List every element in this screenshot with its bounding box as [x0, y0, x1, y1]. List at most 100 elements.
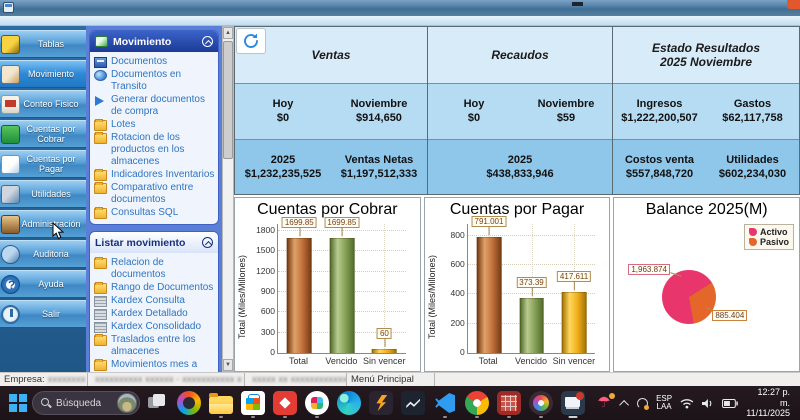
task-view-icon — [145, 391, 169, 415]
metric-label: Noviembre — [350, 98, 408, 111]
tray-chevron-icon[interactable] — [619, 399, 630, 410]
taskbar-chrome-button[interactable] — [462, 387, 492, 419]
bar-vencido — [519, 298, 544, 353]
scroll-up-arrow-icon[interactable]: ▲ — [223, 27, 233, 39]
menu-item-documentos-en-transito[interactable]: Documentos en Transito — [94, 69, 216, 93]
folder-icon — [94, 334, 107, 346]
system-tray: ESP LAA 12:27 p. m. 11/11/2025 — [619, 387, 794, 419]
start-button[interactable] — [6, 387, 30, 419]
taskbar-search[interactable]: Búsqueda — [32, 391, 141, 415]
y-tick: 600 — [260, 306, 275, 317]
plot-area: 0 300 600 900 1200 1500 1800 1699.85 1699.85 60 — [256, 216, 406, 357]
metric-value: $602,234,030 — [718, 167, 787, 180]
sidebar-item-salir[interactable]: Salir — [0, 300, 86, 328]
menu-item-relacion-de-documentos[interactable]: Relacion de documentos — [94, 257, 216, 281]
taskbar-app-s-button[interactable] — [366, 387, 396, 419]
taskbar-chart-app-button[interactable] — [398, 387, 428, 419]
metric-value: $1,232,235,525 — [244, 167, 322, 180]
collapse-chevron-icon[interactable] — [202, 237, 213, 248]
running-app-indicator — [315, 415, 320, 418]
sidebar-item-tablas[interactable]: Tablas — [0, 30, 86, 58]
menu-item-movimientos-mes-a-mes[interactable]: Movimientos mes a mes — [94, 359, 216, 372]
title-line-1: Estado Resultados — [651, 41, 761, 55]
weather-icon — [593, 391, 617, 415]
sidebar-item-administracion[interactable]: Administración — [0, 210, 86, 238]
sidebar-item-utilidades[interactable]: Utilidades — [0, 180, 86, 208]
sidebar-item-conteo-fisico[interactable]: Conteo Fisico — [0, 90, 86, 118]
menu-item-indicadores-inventarios[interactable]: Indicadores Inventarios — [94, 169, 216, 181]
x-axis-labels: Total Vencido Sin vencer — [277, 356, 406, 369]
taskbar-access-app-button[interactable] — [494, 387, 524, 419]
menu-item-rotacion-de-los-productos-en-los-almacenes[interactable]: Rotacion de los productos en los almacen… — [94, 132, 216, 168]
taskbar-file-explorer-button[interactable] — [206, 387, 236, 419]
sidebar-item-cuentas-por-cobrar[interactable]: Cuentas por Cobrar — [0, 120, 86, 148]
menu-item-rango-de-documentos[interactable]: Rango de Documentos — [94, 282, 216, 294]
taskbar-paint-app-button[interactable] — [526, 387, 556, 419]
menu-item-traslados-entre-los-almacenes[interactable]: Traslados entre los almacenes — [94, 334, 216, 358]
status-empresa: Empresa: xxxxxxxx xxxx — [0, 373, 88, 386]
close-button[interactable] — [787, 0, 800, 9]
metric-utilidades: Utilidades $602,234,030 — [706, 153, 799, 181]
taskbar-clock[interactable]: 12:27 p. m. 11/11/2025 — [746, 387, 790, 419]
sidebar-item-ayuda[interactable]: Ayuda — [0, 270, 86, 298]
metric-value: $557,848,720 — [625, 167, 694, 180]
language-indicator[interactable]: ESP LAA — [656, 394, 672, 412]
tray-sync-icon[interactable] — [637, 397, 649, 410]
taskbar-copilot-button[interactable] — [174, 387, 204, 419]
menu-item-documentos[interactable]: Documentos — [94, 56, 216, 68]
folder-icon — [94, 207, 107, 219]
legend-label: Activo — [759, 227, 788, 237]
folder-icon — [94, 119, 107, 131]
toolbar-strip — [0, 16, 800, 26]
menu-item-label: Comparativo entre documentos — [111, 182, 194, 205]
menu-item-kardex-detallado[interactable]: Kardex Detallado — [94, 308, 216, 320]
taskbar-vscode-button[interactable] — [430, 387, 460, 419]
menu-item-label: Kardex Consolidado — [111, 321, 202, 332]
folder-icon — [94, 257, 107, 269]
book-icon — [94, 57, 107, 68]
admin-icon — [1, 215, 20, 234]
menu-item-kardex-consolidado[interactable]: Kardex Consolidado — [94, 321, 216, 333]
taskbar-store-button[interactable] — [238, 387, 268, 419]
nav-scrollbar[interactable]: ▲ ▼ — [222, 26, 234, 372]
y-tick: 0 — [270, 347, 275, 357]
menu-item-kardex-consulta[interactable]: Kardex Consulta — [94, 295, 216, 307]
chrome-icon — [465, 391, 490, 415]
summary-row: Hoy $0 Noviembre $59 — [428, 84, 612, 140]
bar-slots: 1699.85 1699.85 60 — [278, 216, 406, 353]
sidebar-item-movimiento[interactable]: Movimiento — [0, 60, 86, 88]
listar-box-header[interactable]: Listar movimiento — [90, 232, 218, 253]
taskbar-edge-button[interactable] — [334, 387, 364, 419]
taskbar-task-view-button[interactable] — [142, 387, 172, 419]
metric-value: $1,222,200,507 — [621, 112, 698, 125]
wifi-icon[interactable] — [680, 398, 694, 409]
movimiento-header-icon — [95, 36, 108, 47]
menu-item-comparativo-entre-documentos[interactable]: Comparativo entre documentos — [94, 182, 216, 206]
y-tick: 800 — [450, 229, 465, 240]
taskbar-erp-app-button[interactable] — [558, 387, 588, 419]
menu-item-consultas-sql[interactable]: Consultas SQL — [94, 207, 216, 219]
scroll-down-arrow-icon[interactable]: ▼ — [223, 359, 233, 371]
status-section: xxxxxxxxxx xxxxxx - xxxxxxxxxxx x xxxxx — [88, 373, 245, 386]
metric-2025: 2025 $1,232,235,525 — [235, 153, 331, 181]
movimiento-box-header[interactable]: Movimiento — [90, 31, 218, 52]
volume-icon[interactable] — [701, 398, 714, 409]
sidebar-item-cuentas-por-pagar[interactable]: Cuentas por Pagar — [0, 150, 86, 178]
collapse-chevron-icon[interactable] — [202, 36, 213, 47]
scrollbar-thumb[interactable] — [223, 41, 233, 159]
menu-item-lotes[interactable]: Lotes — [94, 119, 216, 131]
minimize-button[interactable] — [572, 2, 583, 6]
sidebar-item-auditoria[interactable]: Auditoria — [0, 240, 86, 268]
metric-label: Gastos — [733, 98, 772, 111]
menu-item-label: Consultas SQL — [111, 207, 179, 218]
metric-value: $62,117,758 — [722, 112, 783, 125]
taskbar-weather-button[interactable] — [590, 387, 620, 419]
pie-graphic — [662, 270, 717, 324]
battery-icon[interactable] — [721, 398, 738, 408]
taskbar-red-app-button[interactable] — [270, 387, 300, 419]
x-category-label: Vencido — [514, 356, 548, 366]
refresh-button[interactable] — [236, 28, 266, 54]
menu-item-generar-documentos-de-compra[interactable]: Generar documentos de compra — [94, 94, 216, 118]
taskbar-slack-button[interactable] — [302, 387, 332, 419]
search-daily-image[interactable] — [117, 393, 138, 413]
